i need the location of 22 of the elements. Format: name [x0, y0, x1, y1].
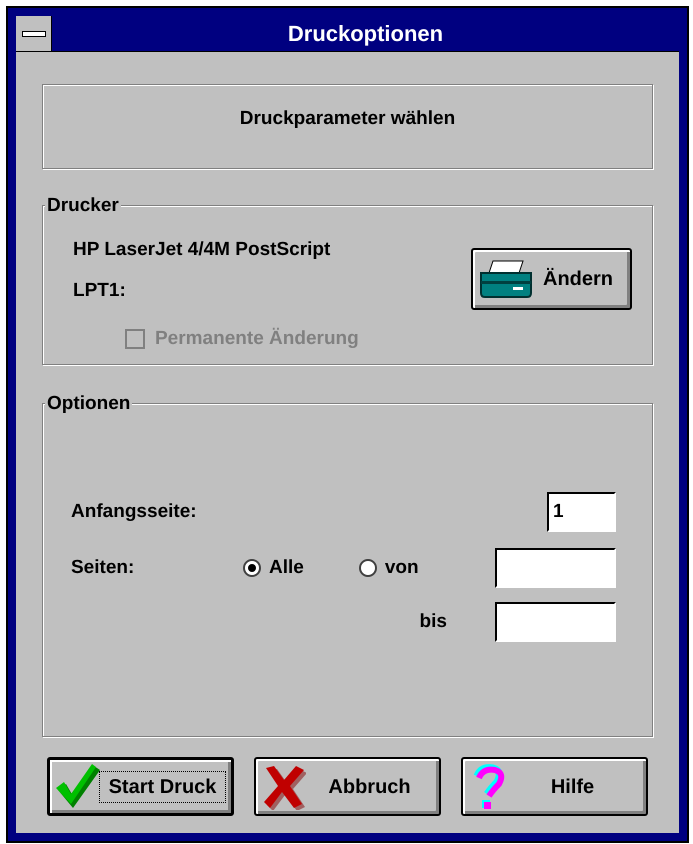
pages-label: Seiten:	[71, 556, 136, 580]
radio-label[interactable]: von	[384, 554, 419, 582]
to-page-field[interactable]	[495, 602, 616, 642]
start-page-field[interactable]: 1	[547, 492, 616, 532]
cancel-button[interactable]: Abbruch	[254, 757, 442, 816]
checkmark-icon	[56, 764, 100, 810]
radio-button[interactable]	[243, 559, 261, 577]
printer-port: LPT1:	[73, 278, 127, 302]
start-page-label: Anfangsseite:	[71, 500, 197, 524]
printer-icon	[479, 259, 535, 299]
radio-button[interactable]	[358, 559, 377, 577]
window-title: Druckoptionen	[286, 20, 444, 48]
print-button[interactable]: Start Druck	[47, 757, 234, 816]
change-printer-button[interactable]: Ändern	[471, 248, 632, 310]
header-text: Druckparameter wählen	[240, 107, 456, 131]
cross-icon	[262, 764, 306, 810]
help-button[interactable]: Hilfe	[461, 757, 648, 816]
from-page-field[interactable]	[495, 548, 616, 588]
printer-name: HP LaserJet 4/4M PostScript	[73, 238, 332, 262]
radio-label[interactable]: Alle	[269, 554, 304, 582]
system-menu-button[interactable]	[16, 16, 52, 51]
to-label: bis	[420, 610, 447, 634]
